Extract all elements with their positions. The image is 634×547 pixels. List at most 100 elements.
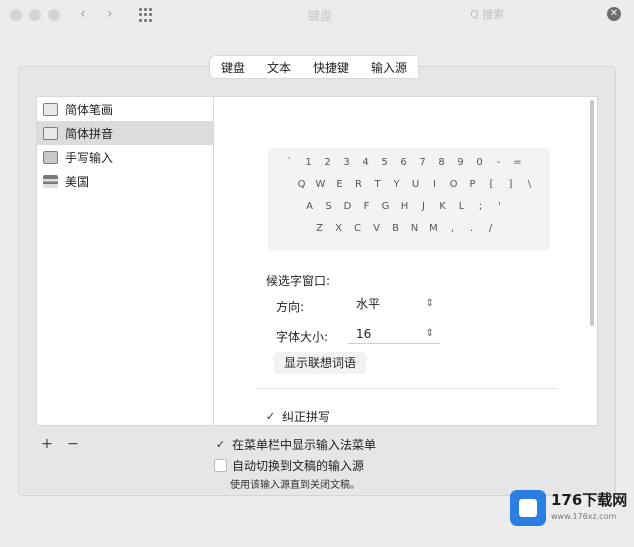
tab-input-sources[interactable]: 输入源 bbox=[360, 56, 419, 78]
keyboard-key: O bbox=[449, 179, 458, 190]
watermark-name: 176下载网 bbox=[551, 491, 628, 509]
keyboard-key: [ bbox=[489, 179, 494, 190]
list-item-label: 美国 bbox=[65, 174, 90, 189]
keyboard-key: I bbox=[433, 179, 436, 190]
key-row-asdf: A S D F G H J K L; ' bbox=[300, 198, 509, 216]
keyboard-key: N bbox=[410, 223, 419, 234]
keyboard-key: Q bbox=[297, 179, 306, 190]
keyboard-key: 7 bbox=[419, 157, 426, 168]
auto-switch-note: 使用该输入源直到关闭文稿。 bbox=[230, 480, 360, 491]
keyboard-key: E bbox=[336, 179, 343, 190]
watermark-logo: 176下载网 www.176xz.com bbox=[508, 487, 634, 531]
input-source-list: 简体笔画 简体拼音 手写输入 美国 bbox=[36, 96, 214, 426]
zoom-window-icon[interactable] bbox=[48, 9, 60, 21]
tab-text[interactable]: 文本 bbox=[256, 56, 302, 78]
show-predictions-button[interactable]: 显示联想词语 bbox=[274, 352, 367, 374]
list-controls: + − bbox=[36, 436, 84, 452]
autocorrect-label: 纠正拼写 bbox=[282, 410, 331, 424]
keyboard-key: U bbox=[411, 179, 420, 190]
keyboard-key: Y bbox=[393, 179, 400, 190]
key-row-zxcv: Z X C V B N M,. / bbox=[310, 220, 500, 238]
keyboard-key: L bbox=[458, 201, 465, 212]
keyboard-key: T bbox=[374, 179, 381, 190]
keyboard-key: A bbox=[306, 201, 313, 212]
direction-value: 水平 bbox=[356, 297, 381, 311]
divider bbox=[256, 388, 556, 389]
auto-switch-option[interactable]: 自动切换到文稿的输入源 bbox=[214, 457, 364, 474]
keyboard-key: F bbox=[363, 201, 370, 212]
keyboard-key: B bbox=[392, 223, 399, 234]
tab-bar: 键盘 文本 快捷键 输入源 bbox=[210, 56, 419, 78]
tab-keyboard[interactable]: 键盘 bbox=[210, 56, 256, 78]
keyboard-key: = bbox=[513, 157, 522, 168]
clear-close-icon[interactable]: ✕ bbox=[607, 7, 621, 21]
keyboard-key: V bbox=[373, 223, 380, 234]
add-source-button[interactable]: + bbox=[36, 436, 58, 452]
keyboard-key: . bbox=[469, 223, 474, 234]
watermark-url: www.176xz.com bbox=[551, 512, 617, 521]
list-item-label: 简体拼音 bbox=[65, 126, 114, 141]
minimize-window-icon[interactable] bbox=[29, 9, 41, 21]
menu-bar-option[interactable]: ✓ 在菜单栏中显示输入法菜单 bbox=[214, 436, 376, 453]
candidate-window-label: 候选字窗口: bbox=[266, 274, 331, 288]
menu-bar-option-label: 在菜单栏中显示输入法菜单 bbox=[232, 438, 377, 452]
checkmark-icon[interactable]: ✓ bbox=[264, 410, 277, 423]
updown-chevron-icon: ⇕ bbox=[425, 298, 434, 309]
keyboard-key: 2 bbox=[324, 157, 331, 168]
us-flag-icon bbox=[43, 174, 58, 188]
keyboard-key: ] bbox=[508, 179, 513, 190]
direction-label: 方向: bbox=[276, 300, 305, 314]
keyboard-key: D bbox=[343, 201, 352, 212]
pinyin-input-icon bbox=[43, 126, 58, 140]
auto-switch-option-label: 自动切换到文稿的输入源 bbox=[232, 459, 365, 473]
keyboard-key: 1 bbox=[305, 157, 312, 168]
autocorrect-option[interactable]: ✓ 纠正拼写 bbox=[264, 408, 330, 425]
close-window-icon[interactable] bbox=[10, 9, 22, 21]
keyboard-key: 9 bbox=[457, 157, 464, 168]
key-row-qwerty: Q W E R T Y U I O P [] \ bbox=[292, 176, 539, 194]
keyboard-key: R bbox=[355, 179, 362, 190]
font-size-combobox[interactable]: 16 ⇕ bbox=[348, 324, 440, 344]
keyboard-key: ' bbox=[498, 201, 501, 212]
font-size-value: 16 bbox=[356, 327, 372, 341]
keyboard-key: 6 bbox=[400, 157, 407, 168]
handwriting-input-icon bbox=[43, 150, 58, 164]
keyboard-preview: ` 1 2 3 4 5 6 7 8 9 0- = Q W E R T Y U I O P[] \ A S D F G H J K L; ' … bbox=[268, 148, 550, 250]
search-field[interactable]: Q 搜索 bbox=[470, 6, 550, 24]
source-detail-pane bbox=[214, 96, 598, 426]
site-logo-icon bbox=[510, 490, 546, 526]
title-bar: ‹ › 键盘 Q 搜索 ✕ bbox=[0, 0, 634, 30]
keyboard-key: G bbox=[381, 201, 390, 212]
list-item-us[interactable]: 美国 bbox=[37, 169, 213, 193]
checkmark-icon[interactable]: ✓ bbox=[214, 438, 227, 451]
list-item-handwriting[interactable]: 手写输入 bbox=[37, 145, 213, 169]
list-item-stroke[interactable]: 简体笔画 bbox=[37, 97, 213, 121]
stroke-input-icon bbox=[43, 102, 58, 116]
keyboard-key: C bbox=[354, 223, 361, 234]
back-arrow-icon[interactable]: ‹ bbox=[80, 6, 86, 22]
keyboard-key: 8 bbox=[438, 157, 445, 168]
keyboard-key: 4 bbox=[362, 157, 369, 168]
window-title: 键盘 bbox=[307, 9, 332, 23]
list-item-label: 简体笔画 bbox=[65, 102, 114, 117]
updown-chevron-icon: ⇕ bbox=[425, 328, 434, 339]
direction-popup[interactable]: 水平 ⇕ bbox=[348, 294, 440, 314]
show-all-grid-icon[interactable] bbox=[139, 8, 153, 22]
forward-arrow-icon[interactable]: › bbox=[107, 6, 113, 22]
keyboard-key: H bbox=[400, 201, 409, 212]
list-item-pinyin[interactable]: 简体拼音 bbox=[37, 121, 213, 145]
key-row-numbers: ` 1 2 3 4 5 6 7 8 9 0 - = bbox=[280, 154, 527, 172]
keyboard-key: - bbox=[496, 157, 501, 168]
font-size-label: 字体大小: bbox=[276, 330, 329, 344]
keyboard-key: J bbox=[422, 201, 425, 212]
keyboard-key: S bbox=[325, 201, 332, 212]
tab-shortcuts[interactable]: 快捷键 bbox=[302, 56, 360, 78]
keyboard-key: ` bbox=[287, 157, 292, 168]
keyboard-key: 0 bbox=[476, 157, 483, 168]
remove-source-button[interactable]: − bbox=[62, 436, 84, 452]
keyboard-key: P bbox=[469, 179, 476, 190]
scrollbar[interactable] bbox=[590, 100, 594, 326]
unchecked-box-icon[interactable] bbox=[214, 459, 227, 472]
keyboard-key: W bbox=[315, 179, 326, 190]
keyboard-key: 3 bbox=[343, 157, 350, 168]
